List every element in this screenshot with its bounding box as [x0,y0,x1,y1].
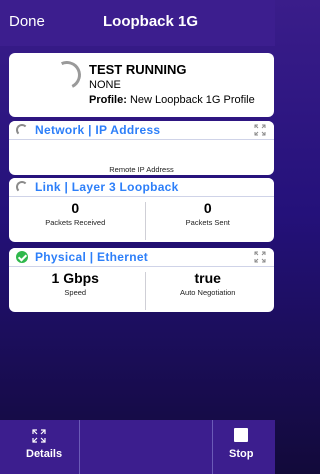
check-circle-icon [16,251,28,263]
network-card[interactable]: Network | IP Address Remote IP Address [9,121,274,175]
status-subtitle: NONE [89,79,121,91]
physical-card-title: Physical | Ethernet [35,250,149,264]
speed-value: 1 Gbps [51,270,99,286]
auto-negotiation-metric: true Auto Negotiation [142,270,275,297]
profile-line: Profile: New Loopback 1G Profile [89,94,255,106]
done-button[interactable]: Done [9,13,45,30]
test-status-card: TEST RUNNING NONE Profile: New Loopback … [9,53,274,117]
packets-received-metric: 0 Packets Received [9,200,142,227]
stop-label: Stop [229,448,254,460]
packets-received-value: 0 [71,200,80,216]
page-title: Loopback 1G [103,13,199,30]
network-card-title: Network | IP Address [35,123,161,137]
packets-sent-metric: 0 Packets Sent [142,200,275,227]
top-navigation-bar: Done Loopback 1G [0,0,275,46]
profile-label: Profile: [89,94,127,106]
link-card[interactable]: Link | Layer 3 Loopback 0 Packets Receiv… [9,178,274,242]
packets-sent-label: Packets Sent [185,218,230,227]
auto-negotiation-label: Auto Negotiation [180,288,236,297]
packets-sent-value: 0 [203,200,212,216]
packets-received-label: Packets Received [45,218,106,227]
expand-icon [32,429,46,443]
auto-negotiation-value: true [194,270,221,286]
profile-value: New Loopback 1G Profile [129,94,255,106]
toolbar-divider [212,420,213,474]
expand-icon[interactable] [254,251,266,263]
physical-card-header: Physical | Ethernet [9,248,274,267]
bottom-toolbar: Details Stop [0,420,275,474]
stop-icon [234,428,248,442]
details-button[interactable]: Details [26,428,62,460]
toolbar-divider [79,420,80,474]
details-label: Details [26,448,63,460]
expand-icon[interactable] [254,124,266,136]
status-title: TEST RUNNING [89,62,187,77]
spinner-icon [49,57,85,93]
network-card-header: Network | IP Address [9,121,274,140]
link-card-title: Link | Layer 3 Loopback [35,180,179,194]
spinner-icon [16,124,28,136]
speed-label: Speed [64,288,87,297]
stop-button[interactable]: Stop [229,428,253,460]
speed-metric: 1 Gbps Speed [9,270,142,297]
spinner-icon [16,181,28,193]
physical-card[interactable]: Physical | Ethernet 1 Gbps Speed true Au… [9,248,274,312]
remote-ip-label: Remote IP Address [109,165,174,174]
link-card-header: Link | Layer 3 Loopback [9,178,274,197]
